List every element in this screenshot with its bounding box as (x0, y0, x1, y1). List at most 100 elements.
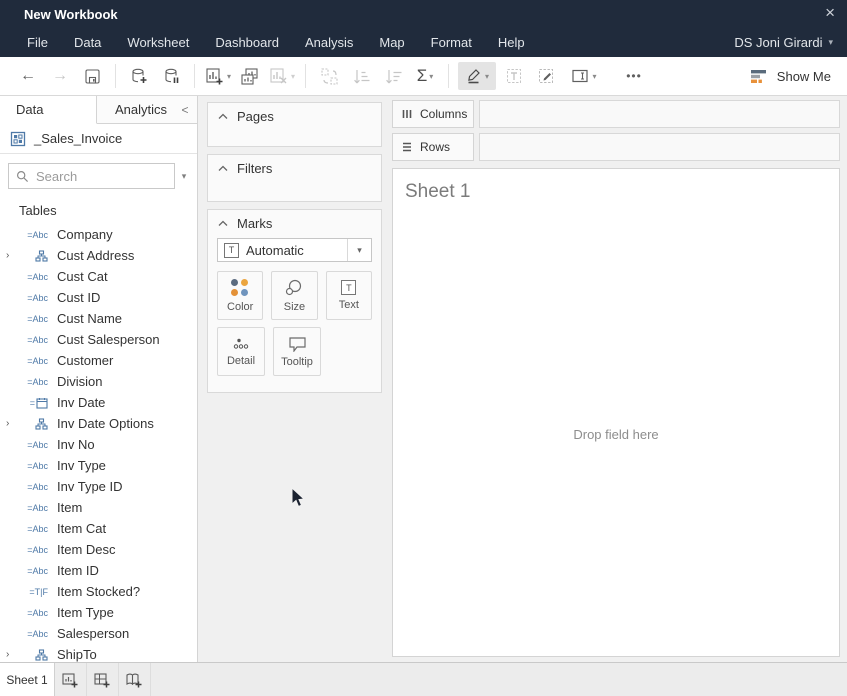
sort-descending-button[interactable] (379, 62, 407, 90)
new-worksheet-tab-button[interactable] (55, 663, 87, 696)
search-input[interactable]: Search (8, 163, 175, 189)
sheet-canvas[interactable]: Sheet 1 Drop field here (392, 168, 840, 657)
tab-data[interactable]: Data (0, 96, 97, 124)
size-button[interactable]: Size (271, 271, 317, 320)
field-row[interactable]: =AbcItem (0, 497, 197, 518)
field-row[interactable]: =AbcDivision (0, 371, 197, 392)
menu-analysis[interactable]: Analysis (292, 35, 366, 50)
menu-format[interactable]: Format (418, 35, 485, 50)
search-options-icon[interactable]: ▾ (175, 171, 193, 182)
filters-card-header[interactable]: Filters (208, 155, 381, 180)
text-button[interactable]: T Text (326, 271, 372, 320)
menu-data[interactable]: Data (61, 35, 114, 50)
duplicate-sheet-button[interactable] (236, 62, 264, 90)
back-arrow-icon: ← (20, 67, 36, 85)
calculated-string-field-icon: =Abc (17, 482, 48, 492)
field-row[interactable]: ›Inv Date Options (0, 413, 197, 434)
field-row[interactable]: =AbcSalesperson (0, 623, 197, 644)
field-row[interactable]: ›ShipTo (0, 644, 197, 662)
menu-help[interactable]: Help (485, 35, 538, 50)
field-row[interactable]: =AbcItem Cat (0, 518, 197, 539)
totals-button[interactable]: Σ ▾ (411, 62, 439, 90)
field-row[interactable]: =AbcCustomer (0, 350, 197, 371)
color-icon (231, 279, 249, 297)
new-worksheet-icon (205, 67, 225, 86)
rows-shelf-droparea[interactable] (479, 133, 840, 161)
field-row[interactable]: =T|FItem Stocked? (0, 581, 197, 602)
account-menu[interactable]: DS Joni Girardi ▾ (734, 35, 847, 50)
highlight-pen-icon (465, 67, 483, 85)
field-row[interactable]: ›Cust Address (0, 245, 197, 266)
calculated-string-field-icon: =Abc (17, 524, 48, 534)
detail-button[interactable]: Detail (217, 327, 265, 376)
chevron-down-icon[interactable]: ▾ (347, 239, 371, 261)
field-row[interactable]: =AbcItem Type (0, 602, 197, 623)
field-row[interactable]: =Abc Company (0, 224, 197, 245)
field-label: Item Desc (57, 542, 116, 557)
fix-axes-button[interactable] (532, 62, 560, 90)
more-toolbar-button[interactable]: ••• (620, 62, 648, 90)
collapse-pane-icon[interactable]: < (173, 96, 197, 123)
show-me-button[interactable]: Show Me (749, 69, 831, 84)
marks-buttons-row-1: Color Size T Text (208, 271, 381, 320)
clear-sheet-button[interactable]: ▾ (268, 62, 296, 90)
hierarchy-field-icon (17, 418, 48, 430)
field-row[interactable]: =AbcInv Type (0, 455, 197, 476)
field-row[interactable]: =Inv Date (0, 392, 197, 413)
calculated-string-field-icon: =Abc (17, 230, 48, 240)
marks-label: Marks (237, 216, 272, 231)
calculated-string-field-icon: =Abc (17, 377, 48, 387)
sheet-panel: Columns Rows Sheet 1 Drop field here (390, 96, 847, 662)
field-row[interactable]: =AbcCust Cat (0, 266, 197, 287)
field-row[interactable]: =AbcInv Type ID (0, 476, 197, 497)
chevron-down-icon: ▾ (485, 72, 489, 81)
expand-chevron-icon[interactable]: › (6, 418, 17, 429)
marks-card-header[interactable]: Marks (208, 210, 381, 235)
expand-chevron-icon[interactable]: › (6, 250, 17, 261)
field-row[interactable]: =AbcItem Desc (0, 539, 197, 560)
mark-type-dropdown[interactable]: T Automatic ▾ (217, 238, 372, 262)
sheet-tab[interactable]: Sheet 1 (0, 663, 55, 696)
swap-rows-columns-button[interactable] (315, 62, 343, 90)
sort-ascending-button[interactable] (347, 62, 375, 90)
columns-shelf-droparea[interactable] (479, 100, 840, 128)
field-row[interactable]: =AbcInv No (0, 434, 197, 455)
redo-button[interactable]: → (46, 62, 74, 90)
field-row[interactable]: =AbcItem ID (0, 560, 197, 581)
pause-auto-updates-button[interactable] (157, 62, 185, 90)
menu-file[interactable]: File (14, 35, 61, 50)
text-icon: T (341, 280, 356, 295)
new-data-source-button[interactable] (125, 62, 153, 90)
new-dashboard-tab-button[interactable] (87, 663, 119, 696)
tables-section-header: Tables (0, 197, 197, 224)
menu-map[interactable]: Map (366, 35, 417, 50)
field-row[interactable]: =AbcCust ID (0, 287, 197, 308)
pages-card-header[interactable]: Pages (208, 103, 381, 128)
show-mark-labels-button[interactable] (500, 62, 528, 90)
menu-dashboard[interactable]: Dashboard (202, 35, 292, 50)
field-label: Inv No (57, 437, 95, 452)
toolbar-separator (194, 64, 195, 88)
highlight-button[interactable]: ▾ (458, 62, 496, 90)
tooltip-button[interactable]: Tooltip (273, 327, 321, 376)
undo-button[interactable]: ← (14, 62, 42, 90)
field-label: Company (57, 227, 113, 242)
new-worksheet-button[interactable]: ▾ (204, 62, 232, 90)
save-button[interactable] (78, 62, 106, 90)
marks-buttons-row-2: Detail Tooltip (208, 327, 381, 376)
field-row[interactable]: =AbcCust Name (0, 308, 197, 329)
forward-arrow-icon: → (52, 67, 68, 85)
field-row[interactable]: =AbcCust Salesperson (0, 329, 197, 350)
new-story-tab-button[interactable] (119, 663, 151, 696)
chevron-down-icon: ▾ (592, 72, 596, 81)
tab-analytics[interactable]: Analytics (97, 96, 173, 123)
fit-selector-button[interactable]: ▾ (564, 62, 604, 90)
data-source-item[interactable]: _Sales_Invoice (0, 124, 197, 154)
calculated-string-field-icon: =Abc (17, 335, 48, 345)
color-button[interactable]: Color (217, 271, 263, 320)
close-icon[interactable]: × (825, 3, 835, 23)
pause-auto-updates-icon (162, 67, 181, 86)
expand-chevron-icon[interactable]: › (6, 649, 17, 660)
menu-worksheet[interactable]: Worksheet (114, 35, 202, 50)
new-story-icon (125, 671, 144, 689)
